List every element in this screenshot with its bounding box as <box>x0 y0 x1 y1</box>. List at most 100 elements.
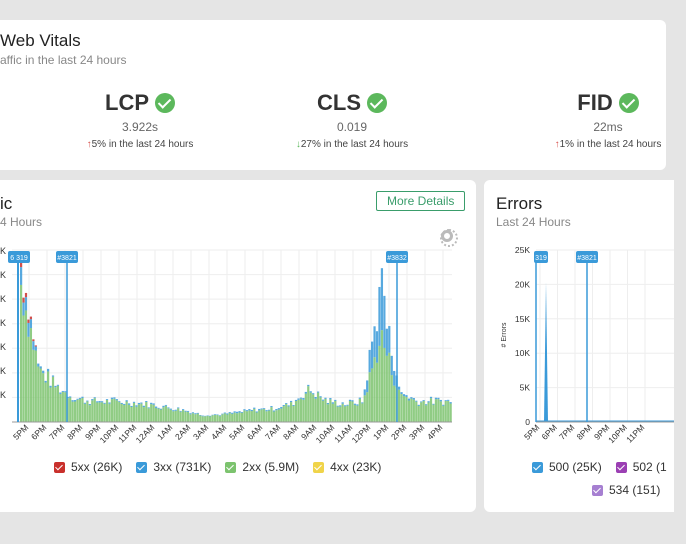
y-axis-label: # Errors <box>501 322 508 347</box>
x-tick-label: 7PM <box>47 422 66 441</box>
traffic-legend: 5xx (26K) 3xx (731K) 2xx (5.9M) 4xx (23K… <box>54 460 381 474</box>
bar-3xx <box>81 396 84 398</box>
bar-3xx <box>309 391 312 393</box>
bar-2xx <box>314 398 317 422</box>
bar-2xx <box>258 410 261 422</box>
bar-3xx <box>422 400 425 401</box>
bar-2xx <box>317 392 320 422</box>
checkbox-icon[interactable] <box>136 461 148 473</box>
bar-3xx <box>83 402 87 404</box>
bar-2xx <box>339 406 342 422</box>
y-tick-label: 20K <box>515 279 530 289</box>
checkbox-icon[interactable] <box>615 461 627 473</box>
x-tick-label: 6PM <box>29 422 48 441</box>
bar-2xx <box>201 416 204 422</box>
bar-3xx <box>209 415 212 417</box>
legend-5xx[interactable]: 5xx (26K) <box>54 460 122 474</box>
bar-2xx <box>211 415 214 422</box>
x-tick-label: 5AM <box>227 422 246 441</box>
bar-2xx <box>32 349 35 422</box>
legend-2xx[interactable]: 2xx (5.9M) <box>225 460 299 474</box>
y-tick: K <box>0 342 6 352</box>
bar-2xx <box>275 410 278 422</box>
legend-4xx[interactable]: 4xx (23K) <box>313 460 381 474</box>
bar-2xx <box>420 402 423 422</box>
checkbox-icon[interactable] <box>532 461 543 473</box>
checkbox-icon[interactable] <box>54 461 65 473</box>
bar-2xx <box>378 345 381 422</box>
bar-3xx <box>123 403 126 405</box>
bar-2xx <box>402 396 406 422</box>
bar-3xx <box>51 375 55 377</box>
bar-2xx <box>177 408 180 422</box>
legend-500[interactable]: 500 (25K) <box>532 460 602 474</box>
bar-2xx <box>267 410 271 422</box>
bar-2xx <box>172 411 175 422</box>
bar-3xx <box>238 411 241 413</box>
x-tick-label: 2PM <box>389 422 408 441</box>
bar-3xx <box>297 398 300 400</box>
bar-3xx <box>47 368 50 372</box>
bar-3xx <box>236 411 239 414</box>
bar-2xx <box>120 403 123 422</box>
legend-534[interactable]: 534 (151) <box>592 483 660 497</box>
bar-3xx <box>115 399 118 401</box>
bar-2xx <box>277 409 280 422</box>
bar-3xx <box>280 407 283 409</box>
bar-2xx <box>199 415 202 422</box>
bar-2xx <box>159 409 163 422</box>
checkbox-icon[interactable] <box>225 461 237 473</box>
bar-3xx <box>179 410 182 412</box>
bar-2xx <box>326 404 330 422</box>
bar-5xx <box>32 339 35 342</box>
bar-2xx <box>221 414 224 422</box>
bar-3xx <box>206 415 209 416</box>
frame-edge <box>0 522 686 544</box>
y-tick: K <box>0 390 6 400</box>
bar-2xx <box>164 405 168 422</box>
bar-3xx <box>253 407 256 409</box>
bar-3xx <box>434 397 438 400</box>
bar-2xx <box>336 406 339 422</box>
bar-2xx <box>113 398 116 422</box>
bar-3xx <box>385 328 388 356</box>
legend-502[interactable]: 502 (1 <box>615 460 667 474</box>
x-axis: 5PM6PM7PM8PM9PM10PM11PM12AM1AM2AM3AM4AM5… <box>11 421 452 445</box>
vitals-title: Web Vitals <box>0 31 81 50</box>
bar-3xx <box>319 396 322 398</box>
bar-2xx <box>115 400 118 422</box>
bar-3xx <box>199 415 202 416</box>
bar-2xx <box>226 414 229 422</box>
bar-2xx <box>204 416 207 422</box>
bar-2xx <box>312 394 315 422</box>
x-tick-label: 11PM <box>116 422 138 444</box>
bar-2xx <box>385 355 388 422</box>
bar-3xx <box>329 397 332 400</box>
bar-3xx <box>226 413 229 415</box>
bar-3xx <box>294 399 298 402</box>
bar-3xx <box>282 404 285 407</box>
bar-2xx <box>42 373 45 422</box>
legend-3xx[interactable]: 3xx (731K) <box>136 460 211 474</box>
bar-2xx <box>140 403 143 422</box>
bar-3xx <box>93 397 96 399</box>
x-tick-label: 1PM <box>371 422 390 441</box>
bar-3xx <box>155 406 158 408</box>
legend-label: 500 (25K) <box>549 460 602 474</box>
bar-3xx <box>407 398 411 401</box>
bar-2xx <box>393 385 396 422</box>
x-tick-label: 12AM <box>134 422 157 445</box>
bar-2xx <box>253 408 256 422</box>
bar-3xx <box>353 403 357 405</box>
bars <box>536 282 674 422</box>
bar-2xx <box>447 400 450 422</box>
bar-3xx <box>287 405 290 407</box>
metric-value: 0.019 <box>336 120 368 134</box>
checkbox-icon[interactable] <box>592 484 603 496</box>
x-tick-label: 10PM <box>606 422 629 445</box>
bar-2xx <box>407 400 411 422</box>
bar-3xx <box>186 410 190 412</box>
checkbox-icon[interactable] <box>313 461 325 473</box>
bar-3xx <box>432 403 435 405</box>
bar-3xx <box>172 410 175 412</box>
